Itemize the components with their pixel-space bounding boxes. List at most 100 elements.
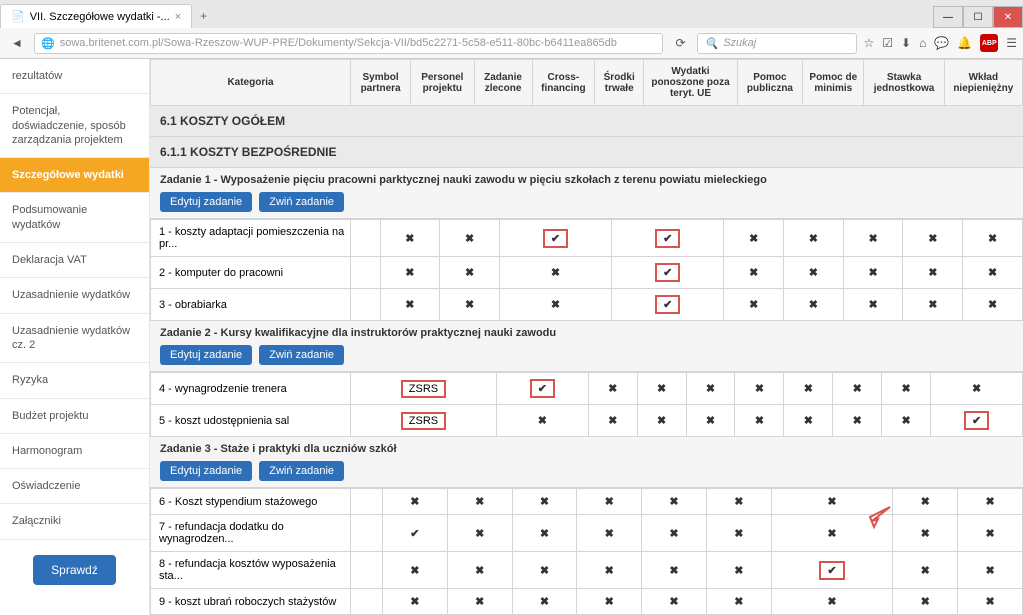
cross-icon: ✖ xyxy=(804,383,813,395)
category-cell[interactable]: 7 - refundacja dodatku do wynagrodzen... xyxy=(151,515,351,552)
cross-icon: ✖ xyxy=(551,267,560,279)
sidebar-item[interactable]: rezultatów xyxy=(0,59,149,94)
collapse-task-button[interactable]: Zwiń zadanie xyxy=(259,192,344,212)
cross-icon: ✖ xyxy=(827,596,836,608)
table-row: 8 - refundacja kosztów wyposażenia sta..… xyxy=(151,552,1023,589)
menu-icon[interactable]: ☰ xyxy=(1006,36,1017,50)
download-icon[interactable]: ⬇ xyxy=(901,36,911,50)
section-611: 6.1.1 KOSZTY BEZPOŚREDNIE xyxy=(150,137,1023,168)
edit-task-button[interactable]: Edytuj zadanie xyxy=(160,345,252,365)
category-cell[interactable]: 4 - wynagrodzenie trenera xyxy=(151,373,351,405)
symbol-cell xyxy=(351,515,383,552)
sidebar: rezultatówPotencjał, doświadczenie, spos… xyxy=(0,59,150,615)
edit-task-button[interactable]: Edytuj zadanie xyxy=(160,461,252,481)
value-cell: ✖ xyxy=(784,289,844,321)
tab-favicon-icon: 📄 xyxy=(11,10,25,23)
search-input[interactable]: 🔍 Szukaj xyxy=(697,33,857,54)
abp-icon[interactable]: ABP xyxy=(980,34,998,52)
minimize-button[interactable]: — xyxy=(933,6,963,28)
sidebar-item[interactable]: Załączniki xyxy=(0,504,149,539)
sidebar-item[interactable]: Szczegółowe wydatki xyxy=(0,158,149,193)
cross-icon: ✖ xyxy=(405,267,414,279)
cross-icon: ✖ xyxy=(972,383,981,395)
cross-icon: ✖ xyxy=(749,299,758,311)
value-cell: ✖ xyxy=(383,589,448,615)
sidebar-item[interactable]: Ryzyka xyxy=(0,363,149,398)
value-cell: ✖ xyxy=(642,589,707,615)
category-cell[interactable]: 5 - koszt udostępnienia sal xyxy=(151,405,351,437)
cross-icon: ✖ xyxy=(734,496,743,508)
value-cell: ✖ xyxy=(784,373,833,405)
category-cell[interactable]: 2 - komputer do pracowni xyxy=(151,257,351,289)
maximize-button[interactable]: ☐ xyxy=(963,6,993,28)
value-cell: ✖ xyxy=(706,489,771,515)
cross-icon: ✖ xyxy=(605,528,614,540)
sidebar-item[interactable]: Budżet projektu xyxy=(0,399,149,434)
new-tab-button[interactable]: + xyxy=(192,4,215,28)
value-cell: ✔ xyxy=(496,373,588,405)
cross-icon: ✖ xyxy=(540,528,549,540)
window-close-button[interactable]: ✕ xyxy=(993,6,1023,28)
value-cell: ✖ xyxy=(771,515,893,552)
cross-icon: ✖ xyxy=(809,267,818,279)
collapse-task-button[interactable]: Zwiń zadanie xyxy=(259,461,344,481)
cross-icon: ✖ xyxy=(405,299,414,311)
cross-icon: ✖ xyxy=(605,496,614,508)
table-row: 1 - koszty adaptacji pomieszczenia na pr… xyxy=(151,220,1023,257)
browser-tab[interactable]: 📄 VII. Szczegółowe wydatki -... × xyxy=(0,4,192,28)
bell-icon[interactable]: 🔔 xyxy=(957,36,972,50)
back-button[interactable]: ◄ xyxy=(6,32,28,54)
cross-icon: ✖ xyxy=(902,383,911,395)
cross-icon: ✖ xyxy=(465,267,474,279)
value-cell: ✖ xyxy=(724,289,784,321)
cross-icon: ✖ xyxy=(755,383,764,395)
value-cell: ✖ xyxy=(499,257,611,289)
url-bar[interactable]: 🌐 sowa.britenet.com.pl/Sowa-Rzeszow-WUP-… xyxy=(34,33,663,54)
reload-button[interactable]: ⟳ xyxy=(669,32,691,54)
chat-icon[interactable]: 💬 xyxy=(934,36,949,50)
sidebar-item[interactable]: Uzasadnienie wydatków cz. 2 xyxy=(0,314,149,364)
cross-icon: ✖ xyxy=(540,496,549,508)
cross-icon: ✖ xyxy=(657,415,666,427)
cross-icon: ✖ xyxy=(475,596,484,608)
header-minimis: Pomoc de minimis xyxy=(803,60,864,106)
header-trwale: Środki trwałe xyxy=(595,60,644,106)
category-cell[interactable]: 6 - Koszt stypendium stażowego xyxy=(151,489,351,515)
value-cell: ✖ xyxy=(724,257,784,289)
cross-icon: ✖ xyxy=(605,565,614,577)
sidebar-item[interactable]: Oświadczenie xyxy=(0,469,149,504)
cross-icon: ✖ xyxy=(608,415,617,427)
cross-icon: ✖ xyxy=(405,233,414,245)
cross-icon: ✖ xyxy=(475,528,484,540)
cross-icon: ✖ xyxy=(921,565,930,577)
category-cell[interactable]: 1 - koszty adaptacji pomieszczenia na pr… xyxy=(151,220,351,257)
edit-task-button[interactable]: Edytuj zadanie xyxy=(160,192,252,212)
cross-icon: ✖ xyxy=(988,299,997,311)
shield-icon[interactable]: ☑ xyxy=(882,36,893,50)
category-cell[interactable]: 8 - refundacja kosztów wyposażenia sta..… xyxy=(151,552,351,589)
close-icon[interactable]: × xyxy=(175,11,181,23)
sidebar-item[interactable]: Deklaracja VAT xyxy=(0,243,149,278)
table-row: 2 - komputer do pracowni✖✖✖✔✖✖✖✖✖ xyxy=(151,257,1023,289)
check-icon: ✔ xyxy=(663,267,672,279)
home-icon[interactable]: ⌂ xyxy=(919,36,926,50)
check-button[interactable]: Sprawdź xyxy=(33,555,116,585)
value-cell: ✖ xyxy=(706,589,771,615)
sidebar-item[interactable]: Uzasadnienie wydatków xyxy=(0,278,149,313)
cross-icon: ✖ xyxy=(809,233,818,245)
collapse-task-button[interactable]: Zwiń zadanie xyxy=(259,345,344,365)
star-icon[interactable]: ☆ xyxy=(863,36,874,50)
category-cell[interactable]: 3 - obrabiarka xyxy=(151,289,351,321)
category-cell[interactable]: 9 - koszt ubrań roboczych stażystów xyxy=(151,589,351,615)
cross-icon: ✖ xyxy=(669,496,678,508)
value-cell: ✖ xyxy=(903,289,963,321)
value-cell: ✖ xyxy=(784,257,844,289)
sidebar-item[interactable]: Potencjał, doświadczenie, sposób zarządz… xyxy=(0,94,149,158)
value-cell: ✖ xyxy=(447,489,512,515)
value-cell: ✖ xyxy=(893,589,958,615)
check-icon: ✔ xyxy=(663,299,672,311)
value-cell: ✖ xyxy=(882,405,931,437)
value-cell: ✖ xyxy=(893,489,958,515)
sidebar-item[interactable]: Harmonogram xyxy=(0,434,149,469)
sidebar-item[interactable]: Podsumowanie wydatków xyxy=(0,193,149,243)
